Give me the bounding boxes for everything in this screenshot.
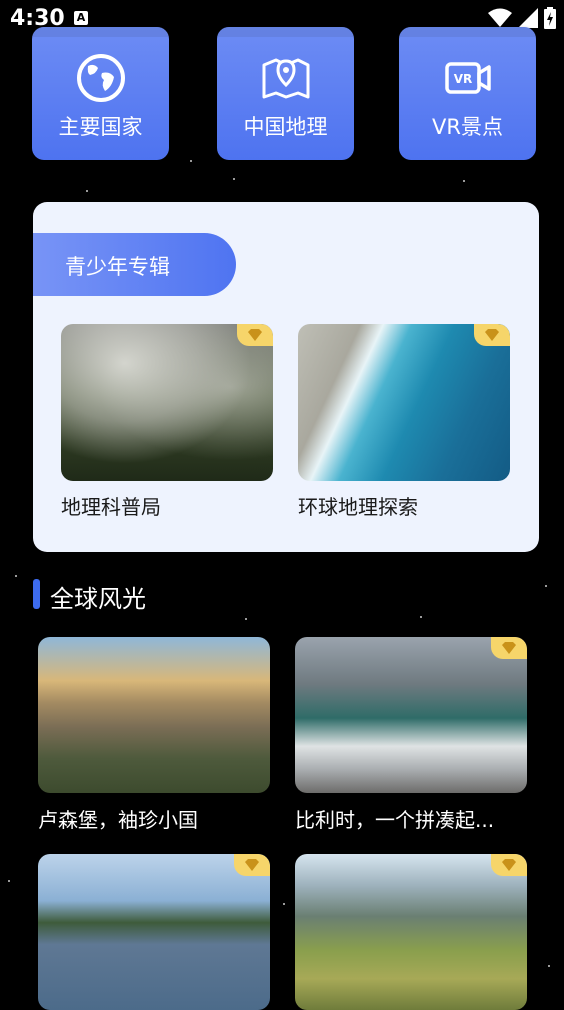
album-title-pill: 青少年专辑 — [33, 233, 236, 296]
status-icons — [488, 7, 556, 29]
section-title: 全球风光 — [50, 585, 146, 613]
globe-icon — [76, 54, 125, 102]
tile-china-geography[interactable]: 中国地理 — [217, 27, 354, 160]
scenery-caption: 卢森堡，袖珍小国 — [38, 808, 198, 832]
section-accent-bar — [33, 579, 40, 609]
tile-label: 中国地理 — [243, 115, 328, 139]
youth-album-card: 青少年专辑 地理科普局 环球地理探索 — [33, 202, 539, 552]
album-title: 青少年专辑 — [65, 255, 170, 279]
album-item-global-exploration[interactable]: 环球地理探索 — [298, 324, 510, 520]
notification-icon: A — [74, 11, 88, 25]
signal-icon — [518, 8, 538, 28]
tile-vr-scenic[interactable]: VR VR景点 — [399, 27, 536, 160]
album-item-geography-science[interactable]: 地理科普局 — [61, 324, 273, 520]
map-pin-icon — [262, 58, 309, 99]
tile-label: 主要国家 — [58, 115, 143, 139]
scenery-thumbnail[interactable] — [295, 637, 527, 793]
album-thumbnail[interactable] — [298, 324, 510, 481]
scenery-item-mountain-valley[interactable] — [295, 854, 527, 1010]
diamond-icon — [245, 859, 259, 871]
diamond-icon — [485, 329, 499, 341]
vip-badge — [237, 324, 273, 346]
scenery-thumbnail[interactable] — [38, 637, 270, 793]
album-thumbnail[interactable] — [61, 324, 273, 481]
svg-text:VR: VR — [453, 72, 472, 86]
battery-icon — [544, 7, 556, 29]
scenery-item-lake-castle[interactable] — [38, 854, 270, 1010]
tile-label: VR景点 — [432, 115, 503, 139]
scenery-item-luxembourg[interactable]: 卢森堡，袖珍小国 — [38, 637, 270, 833]
diamond-icon — [248, 329, 262, 341]
vip-badge — [474, 324, 510, 346]
tile-major-countries[interactable]: 主要国家 — [32, 27, 169, 160]
scenery-thumbnail[interactable] — [295, 854, 527, 1010]
wifi-icon — [488, 8, 512, 27]
album-caption: 环球地理探索 — [298, 495, 418, 519]
diamond-icon — [502, 642, 516, 654]
album-caption: 地理科普局 — [61, 495, 161, 519]
diamond-icon — [502, 859, 516, 871]
scenery-caption: 比利时，一个拼凑起... — [295, 808, 495, 832]
scenery-thumbnail[interactable] — [38, 854, 270, 1010]
vip-badge — [491, 637, 527, 659]
vip-badge — [491, 854, 527, 876]
vip-badge — [234, 854, 270, 876]
scenery-item-belgium[interactable]: 比利时，一个拼凑起... — [295, 637, 527, 833]
vr-camera-icon: VR — [444, 62, 491, 94]
